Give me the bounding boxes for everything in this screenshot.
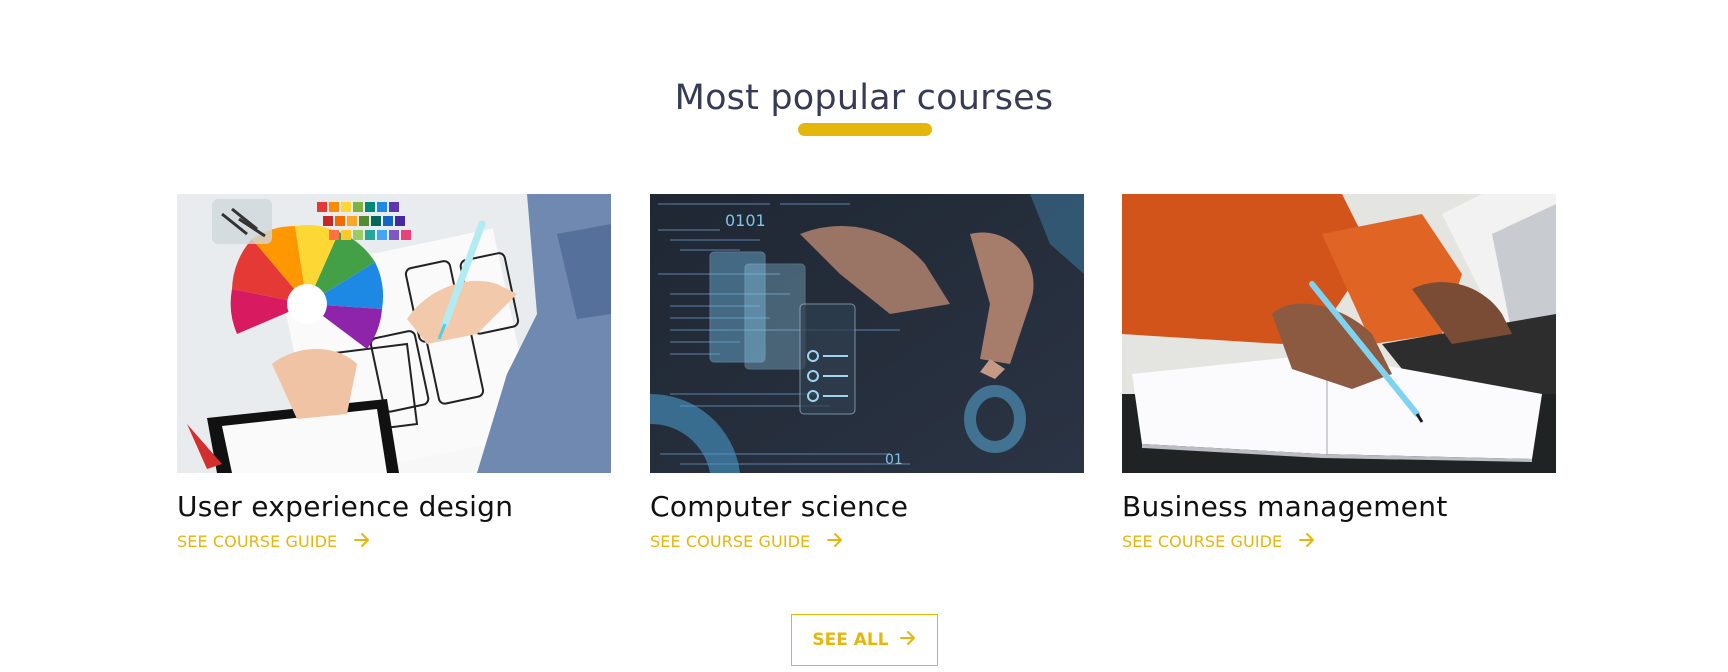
svg-text:0101: 0101	[725, 211, 766, 230]
course-title: Business management	[1122, 490, 1448, 523]
course-title: User experience design	[177, 490, 514, 523]
arrow-right-icon	[826, 532, 844, 552]
see-all-label: SEE ALL	[812, 630, 889, 650]
see-course-guide-link[interactable]: SEE COURSE GUIDE	[1122, 532, 1316, 552]
title-underline	[798, 123, 932, 136]
course-card: User experience design SEE COURSE GUIDE	[177, 194, 611, 552]
course-title: Computer science	[650, 490, 909, 523]
svg-text:01: 01	[885, 452, 903, 468]
course-image-ux-design[interactable]	[177, 194, 611, 473]
course-card: Business management SEE COURSE GUIDE	[1122, 194, 1556, 552]
see-course-guide-link[interactable]: SEE COURSE GUIDE	[650, 532, 844, 552]
course-image-business-management[interactable]	[1122, 194, 1556, 473]
see-all-button[interactable]: SEE ALL	[791, 614, 938, 666]
arrow-right-icon	[1298, 532, 1316, 552]
arrow-right-icon	[353, 532, 371, 552]
course-image-computer-science[interactable]: 0101 01	[650, 194, 1084, 473]
link-label: SEE COURSE GUIDE	[1122, 532, 1283, 552]
see-course-guide-link[interactable]: SEE COURSE GUIDE	[177, 532, 371, 552]
link-label: SEE COURSE GUIDE	[177, 532, 338, 552]
course-card: 0101 01 Computer science SEE COURSE GUID…	[650, 194, 1084, 552]
section-title: Most popular courses	[674, 78, 1054, 119]
link-label: SEE COURSE GUIDE	[650, 532, 811, 552]
arrow-right-icon	[899, 630, 917, 651]
